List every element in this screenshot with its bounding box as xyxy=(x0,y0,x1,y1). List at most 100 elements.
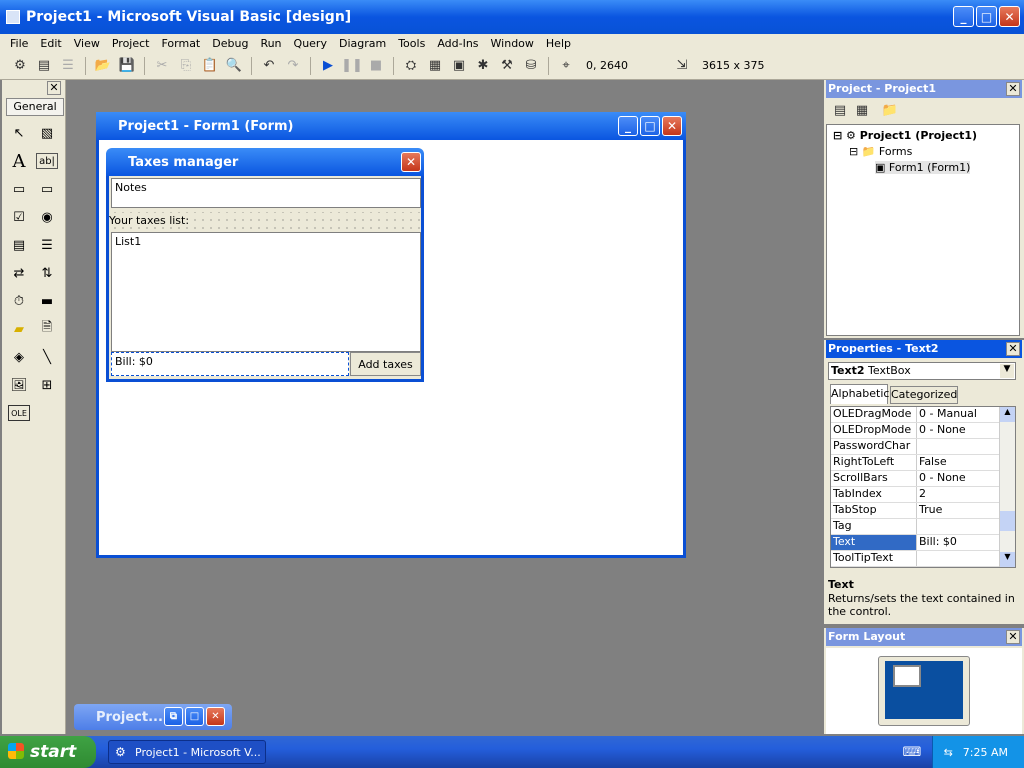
form-position-thumbnail[interactable] xyxy=(893,665,921,687)
property-row[interactable]: PasswordChar xyxy=(831,439,1001,455)
object-dropdown[interactable]: Text2 TextBox ▼ xyxy=(828,362,1016,380)
project-panel-close-icon[interactable]: ✕ xyxy=(1006,82,1020,96)
property-row[interactable]: Tag xyxy=(831,519,1001,535)
minimize-button[interactable]: _ xyxy=(953,6,974,27)
cut-icon[interactable]: ✂ xyxy=(152,56,172,76)
menu-help[interactable]: Help xyxy=(540,37,577,50)
properties-scrollbar[interactable]: ▲ ▼ xyxy=(999,407,1015,567)
listbox-tool-icon[interactable]: ☰ xyxy=(36,234,58,256)
line-tool-icon[interactable]: ╲ xyxy=(36,346,58,368)
image-tool-icon[interactable]: 🖼 xyxy=(8,374,30,396)
dirlistbox-tool-icon[interactable]: ▰ xyxy=(8,318,30,340)
taxes-form-close-button[interactable]: ✕ xyxy=(401,152,421,172)
add-taxes-button[interactable]: Add taxes xyxy=(350,352,421,376)
designer-close-button[interactable]: ✕ xyxy=(662,116,682,136)
keyboard-tray-icon[interactable]: ⌨ xyxy=(902,742,922,762)
label-tool-icon[interactable]: A xyxy=(8,150,30,172)
forms-folder-node[interactable]: ⊟ 📁 Forms xyxy=(849,145,912,158)
start-icon[interactable]: ▶ xyxy=(318,56,338,76)
property-value[interactable]: 2 xyxy=(917,487,1001,502)
menu-format[interactable]: Format xyxy=(155,37,206,50)
object-browser-icon[interactable]: ✱ xyxy=(473,56,493,76)
paste-icon[interactable]: 📋 xyxy=(200,56,220,76)
tab-categorized[interactable]: Categorized xyxy=(890,386,958,404)
pointer-tool-icon[interactable]: ↖ xyxy=(8,122,30,144)
bill-textbox[interactable]: Bill: $0 xyxy=(111,352,349,376)
combobox-tool-icon[interactable]: ▤ xyxy=(8,234,30,256)
property-value[interactable]: 0 - None xyxy=(917,423,1001,438)
menu-debug[interactable]: Debug xyxy=(206,37,254,50)
designer-maximize-button[interactable]: □ xyxy=(640,116,660,136)
property-row[interactable]: OLEDropMode 0 - None xyxy=(831,423,1001,439)
property-row[interactable]: TabIndex 2 xyxy=(831,487,1001,503)
ole-tool-icon[interactable]: OLE xyxy=(8,405,30,421)
form1-node[interactable]: ▣ Form1 (Form1) xyxy=(875,161,971,174)
toolbox-close-icon[interactable]: ✕ xyxy=(47,81,61,95)
redo-icon[interactable]: ↷ xyxy=(283,56,303,76)
property-value[interactable]: 0 - Manual xyxy=(917,407,1001,422)
project-explorer-icon[interactable]: ⛭ xyxy=(401,56,421,76)
menu-tools[interactable]: Tools xyxy=(392,37,431,50)
property-row[interactable]: ScrollBars 0 - None xyxy=(831,471,1001,487)
property-row[interactable]: OLEDragMode 0 - Manual xyxy=(831,407,1001,423)
menu-edit[interactable]: Edit xyxy=(34,37,67,50)
tab-alphabetic[interactable]: Alphabetic xyxy=(830,384,889,404)
menu-file[interactable]: File xyxy=(4,37,34,50)
add-form-icon[interactable]: ▤ xyxy=(34,56,54,76)
minimized-project-window[interactable]: Project... ⧉ □ ✕ xyxy=(74,704,232,730)
property-row[interactable]: Text Bill: $0 xyxy=(831,535,1001,551)
shape-tool-icon[interactable]: ◈ xyxy=(8,346,30,368)
textbox-tool-icon[interactable]: ab| xyxy=(36,153,58,169)
open-project-icon[interactable]: 📂 xyxy=(93,56,113,76)
menu-project[interactable]: Project xyxy=(106,37,156,50)
checkbox-tool-icon[interactable]: ☑ xyxy=(8,206,30,228)
property-row[interactable]: TabStop True xyxy=(831,503,1001,519)
network-tray-icon[interactable]: ⇆ xyxy=(944,746,953,759)
menu-window[interactable]: Window xyxy=(485,37,540,50)
menu-editor-icon[interactable]: ☰ xyxy=(58,56,78,76)
property-value[interactable] xyxy=(917,551,1001,566)
add-project-icon[interactable]: ⚙ xyxy=(10,56,30,76)
commandbutton-tool-icon[interactable]: ▭ xyxy=(36,178,58,200)
property-row[interactable]: RightToLeft False xyxy=(831,455,1001,471)
toolbox-icon[interactable]: ⚒ xyxy=(497,56,517,76)
close-button[interactable]: ✕ xyxy=(999,6,1020,27)
menu-query[interactable]: Query xyxy=(288,37,333,50)
designer-minimize-button[interactable]: _ xyxy=(618,116,638,136)
view-code-icon[interactable]: ▤ xyxy=(830,100,850,120)
maximize-button[interactable]: □ xyxy=(976,6,997,27)
toolbox-tab-general[interactable]: General xyxy=(6,98,64,116)
property-value[interactable]: Bill: $0 xyxy=(917,535,1001,550)
save-project-icon[interactable]: 💾 xyxy=(117,56,137,76)
hscrollbar-tool-icon[interactable]: ⇄ xyxy=(8,262,30,284)
property-row[interactable]: ToolTipText xyxy=(831,551,1001,567)
menu-add-ins[interactable]: Add-Ins xyxy=(431,37,484,50)
properties-close-icon[interactable]: ✕ xyxy=(1006,342,1020,356)
menu-run[interactable]: Run xyxy=(254,37,287,50)
properties-window-icon[interactable]: ▦ xyxy=(425,56,445,76)
property-value[interactable]: 0 - None xyxy=(917,471,1001,486)
vscrollbar-tool-icon[interactable]: ⇅ xyxy=(36,262,58,284)
minimized-maximize-button[interactable]: □ xyxy=(185,707,204,726)
property-value[interactable]: True xyxy=(917,503,1001,518)
break-icon[interactable]: ❚❚ xyxy=(341,56,363,76)
data-tool-icon[interactable]: ⊞ xyxy=(36,374,58,396)
chevron-down-icon[interactable]: ▼ xyxy=(1000,364,1014,378)
form-layout-icon[interactable]: ▣ xyxy=(449,56,469,76)
view-object-icon[interactable]: ▦ xyxy=(852,100,872,120)
end-icon[interactable]: ■ xyxy=(366,56,386,76)
drivelistbox-tool-icon[interactable]: ▬ xyxy=(36,290,58,312)
menu-diagram[interactable]: Diagram xyxy=(333,37,392,50)
frame-tool-icon[interactable]: ▭ xyxy=(8,178,30,200)
start-button[interactable]: start xyxy=(0,736,96,768)
form-layout-close-icon[interactable]: ✕ xyxy=(1006,630,1020,644)
filelistbox-tool-icon[interactable]: 🗎 xyxy=(36,318,58,340)
optionbutton-tool-icon[interactable]: ◉ xyxy=(36,206,58,228)
minimized-restore-button[interactable]: ⧉ xyxy=(164,707,183,726)
undo-icon[interactable]: ↶ xyxy=(259,56,279,76)
notes-textbox[interactable]: Notes xyxy=(111,178,421,208)
clock[interactable]: 7:25 AM xyxy=(963,746,1008,759)
taxes-listbox[interactable]: List1 xyxy=(111,232,421,352)
taskbar-item-vb[interactable]: ⚙ Project1 - Microsoft V... xyxy=(108,740,266,764)
timer-tool-icon[interactable]: ⏱ xyxy=(8,290,30,312)
